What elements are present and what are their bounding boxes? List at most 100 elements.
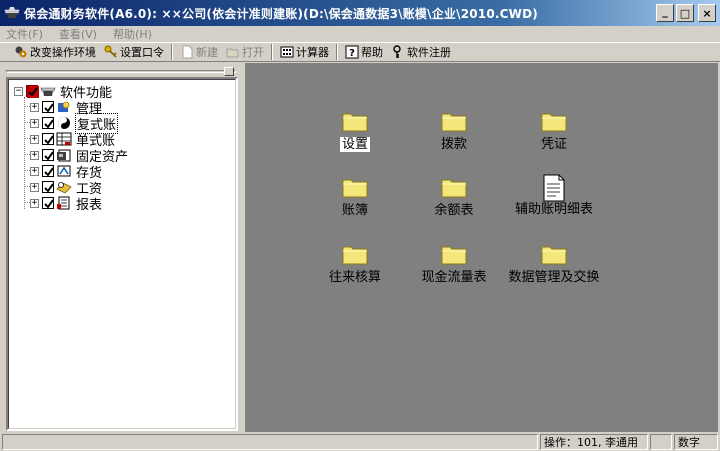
function-label: 现金流量表 [421,270,487,285]
expand-icon[interactable]: + [30,182,39,192]
app-logo-icon[interactable] [4,6,20,20]
help-label: 帮助 [361,46,383,59]
inventory-icon [57,165,71,177]
folder-icon [441,179,467,198]
software-functions-icon [40,87,56,96]
function-settings[interactable]: 设置 [310,110,400,152]
tree-connector [24,97,25,209]
payroll-icon [56,182,72,194]
software-register-label: 软件注册 [407,46,451,59]
tree-item-checkbox[interactable] [42,149,54,161]
expand-icon[interactable]: + [30,134,39,144]
report-icon [57,196,70,210]
status-mode: 数字 [674,434,718,450]
calculator-icon [280,46,294,58]
expand-icon[interactable]: + [30,166,39,176]
tree-item-checkbox[interactable] [42,197,54,209]
toolbar-separator [336,44,338,60]
change-environment-label: 改变操作环境 [30,46,96,59]
menu-view[interactable]: 查看(V) [59,26,97,42]
minimize-icon: _ [662,4,668,18]
function-label: 凭证 [540,137,567,152]
document-icon [543,174,565,202]
slider-thumb[interactable] [224,67,234,76]
tree-item-checkbox[interactable] [42,101,54,113]
toolbar-separator [171,44,173,60]
folder-icon [541,113,567,132]
close-button[interactable]: × [698,4,716,22]
expand-icon[interactable]: + [30,150,39,160]
function-tree-panel: − 软件功能 + 管理 + 复式账 + 单式账 + 固定资产 + 存货 + 工资… [2,63,238,431]
function-label: 拨款 [440,137,467,152]
close-icon: × [702,6,712,20]
expand-icon[interactable]: + [30,198,39,208]
set-password-button[interactable]: 设置口令 [100,43,168,61]
folder-icon [441,113,467,132]
status-bar: 操作：101, 李通用 数字 [0,432,720,451]
function-label: 设置 [339,137,370,152]
title-bar: 保会通财务软件(A6.0): ××公司(依会计准则建账)(D:\保会通数据3\账… [0,0,720,26]
folder-icon [541,246,567,265]
toolbar-separator [271,44,273,60]
key-icon [104,45,117,58]
calculator-label: 计算器 [296,46,329,59]
tree-item-checkbox[interactable] [42,181,54,193]
function-workspace: 设置 拨款 凭证 账簿 余额表 辅助账明细表 往来核算 现金流量表 数据管理及交… [245,63,718,432]
function-cash-flow[interactable]: 现金流量表 [409,243,499,285]
help-button[interactable]: ? 帮助 [341,43,387,61]
expand-icon[interactable]: + [30,118,39,128]
panel-slider[interactable] [6,67,236,76]
management-icon [58,101,70,112]
new-label: 新建 [196,46,218,59]
status-blank [2,434,538,450]
menu-file[interactable]: 文件(F) [6,26,43,42]
function-label: 辅助账明细表 [514,202,593,217]
fixed-assets-icon [57,149,71,162]
toolbar: 改变操作环境 设置口令 新建 打开 计算器 ? 帮助 软件注册 [0,42,720,62]
environment-icon [15,46,27,58]
new-button[interactable]: 新建 [176,43,222,61]
slider-rail [6,70,236,73]
collapse-icon[interactable]: − [14,86,23,96]
set-password-label: 设置口令 [120,46,164,59]
maximize-icon: □ [679,6,691,20]
folder-icon [441,246,467,265]
minimize-button[interactable]: _ [656,4,674,22]
tree-item-checkbox[interactable] [42,133,54,145]
folder-icon [342,246,368,265]
root-checkbox[interactable] [26,85,39,98]
window-title: 保会通财务软件(A6.0): ××公司(依会计准则建账)(D:\保会通数据3\账… [24,6,538,21]
open-label: 打开 [242,46,264,59]
function-accounts-reconciliation[interactable]: 往来核算 [310,243,400,285]
function-balance-sheet[interactable]: 余额表 [409,176,499,218]
function-label: 往来核算 [328,270,381,285]
double-entry-icon [58,117,70,129]
function-label: 余额表 [434,203,474,218]
function-tree[interactable]: − 软件功能 + 管理 + 复式账 + 单式账 + 固定资产 + 存货 + 工资… [6,77,238,431]
tree-item-checkbox[interactable] [42,117,54,129]
svg-text:?: ? [349,48,355,59]
function-label: 数据管理及交换 [508,270,600,285]
function-data-management[interactable]: 数据管理及交换 [508,243,600,285]
help-icon: ? [345,45,359,59]
function-auxiliary-details[interactable]: 辅助账明细表 [499,174,609,217]
tree-item-checkbox[interactable] [42,165,54,177]
menu-help[interactable]: 帮助(H) [113,26,152,42]
function-allocation[interactable]: 拨款 [409,110,499,152]
maximize-button[interactable]: □ [676,4,694,22]
tree-item-label: 报表 [76,197,103,213]
new-file-icon [182,45,193,59]
change-environment-button[interactable]: 改变操作环境 [10,43,100,61]
function-voucher[interactable]: 凭证 [509,110,599,152]
function-ledger[interactable]: 账簿 [310,176,400,218]
menu-bar: 文件(F) 查看(V) 帮助(H) [0,26,720,42]
single-entry-icon [56,132,72,146]
calculator-button[interactable]: 计算器 [276,43,333,61]
expand-icon[interactable]: + [30,102,39,112]
folder-icon [342,179,368,198]
software-register-button[interactable]: 软件注册 [387,43,455,61]
register-key-icon [393,45,401,58]
folder-icon [342,113,368,132]
open-button[interactable]: 打开 [222,43,268,61]
tree-item-report[interactable]: + 报表 [30,195,103,213]
